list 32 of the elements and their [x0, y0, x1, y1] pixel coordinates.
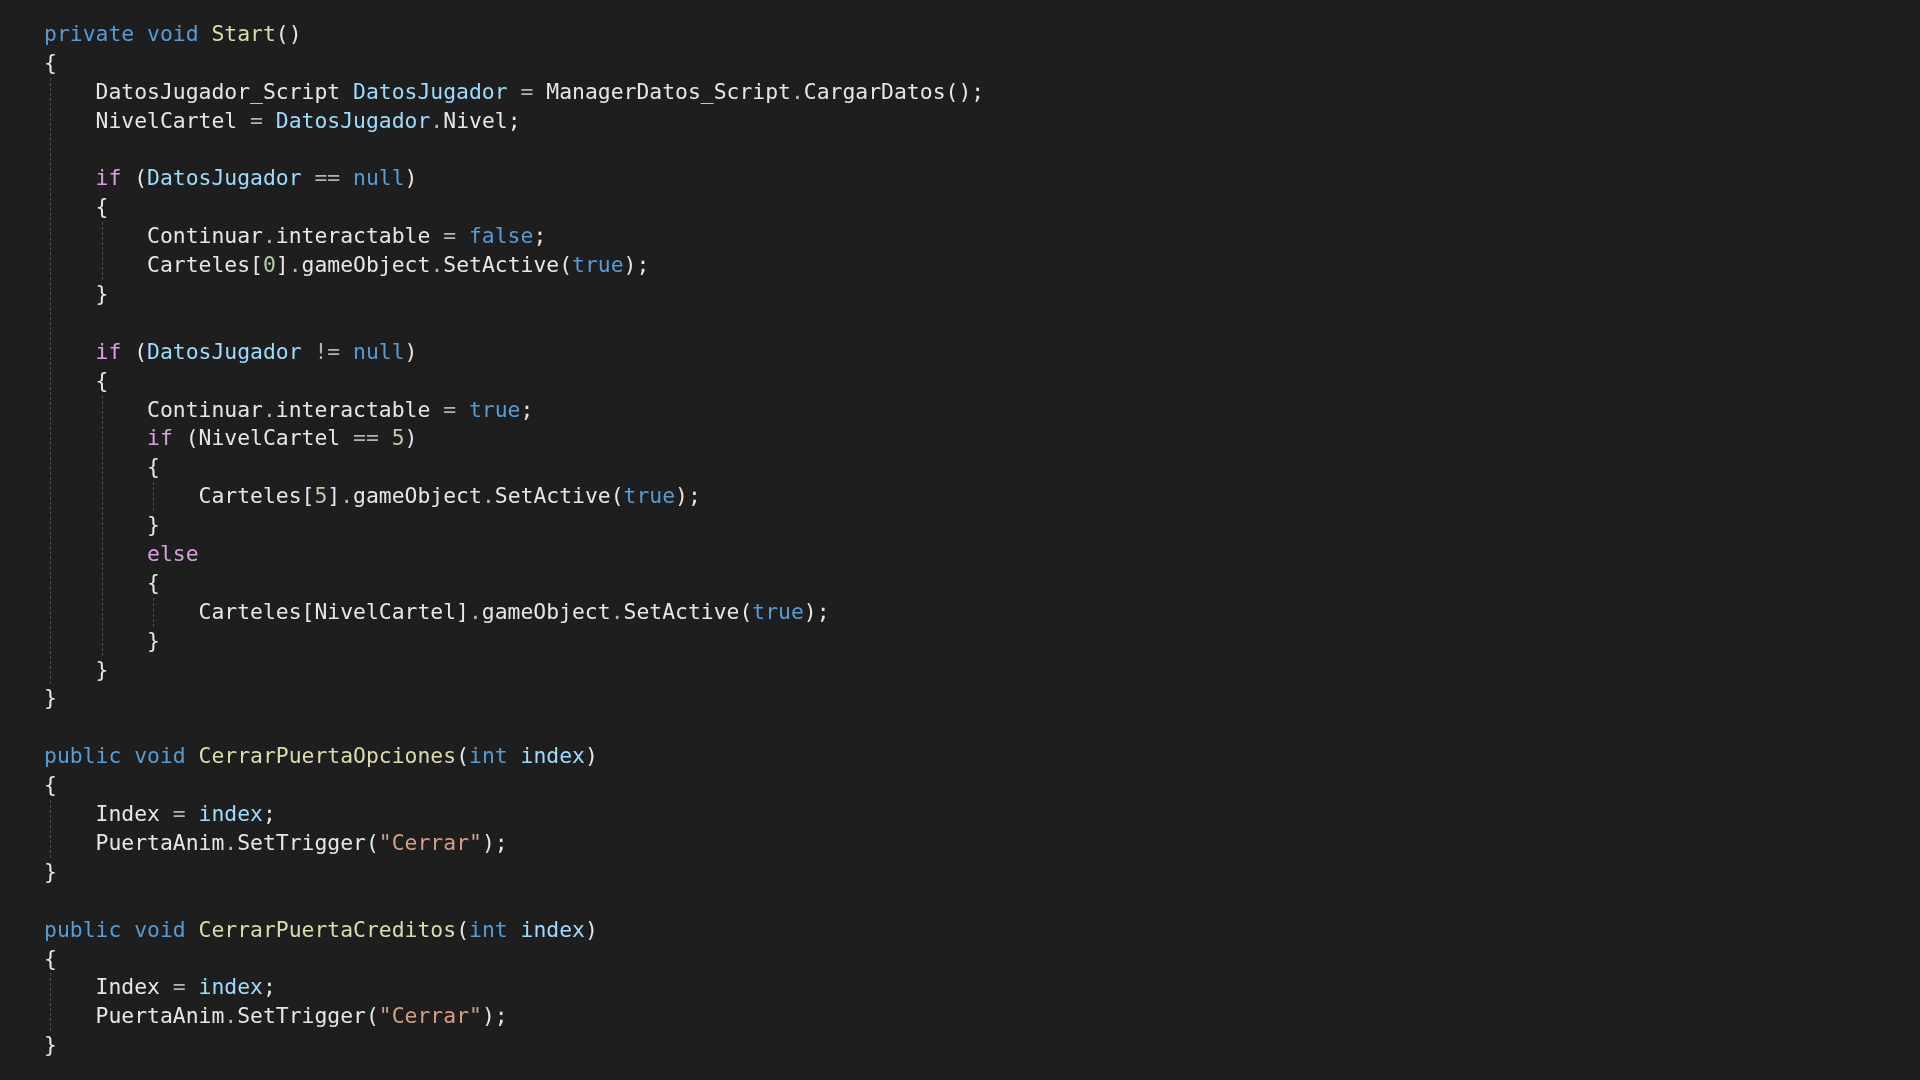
code-line: Index = index;: [95, 973, 276, 1002]
code-line: }: [44, 684, 57, 713]
code-line: Carteles[0].gameObject.SetActive(true);: [147, 251, 650, 280]
code-line: }: [44, 857, 57, 886]
code-line: NivelCartel = DatosJugador.Nivel;: [95, 106, 521, 135]
code-line: PuertaAnim.SetTrigger("Cerrar");: [95, 1002, 508, 1031]
code-line: PuertaAnim.SetTrigger("Cerrar");: [95, 828, 508, 857]
code-line: {: [95, 366, 109, 395]
code-line: {: [44, 771, 57, 800]
code-line: {: [147, 568, 160, 597]
code-line: }: [147, 626, 160, 655]
code-line: }: [44, 1031, 57, 1060]
code-line: {: [44, 944, 57, 973]
code-line: if (DatosJugador != null): [95, 337, 418, 366]
code-line: public void CerrarPuertaOpciones(int index): [44, 742, 598, 771]
code-line: private void Start(): [44, 20, 302, 48]
code-line: else: [147, 540, 199, 569]
code-line: }: [147, 511, 160, 540]
code-line: Carteles[5].gameObject.SetActive(true);: [198, 482, 701, 511]
code-line: {: [44, 48, 57, 77]
code-line: Continuar.interactable = false;: [147, 222, 547, 251]
code-line: DatosJugador_Script DatosJugador = ManagerDatos_Script.CargarDatos();: [95, 77, 985, 106]
code-line: Carteles[NivelCartel].gameObject.SetActive(true);: [198, 597, 830, 626]
code-line: if (NivelCartel == 5): [147, 424, 418, 453]
code-line: }: [95, 280, 109, 308]
code-line: public void CerrarPuertaCreditos(int index): [44, 915, 598, 944]
code-line: }: [95, 655, 109, 684]
code-line: {: [147, 453, 160, 482]
code-line: Index = index;: [95, 800, 276, 829]
code-line: {: [95, 193, 109, 222]
code-line: if (DatosJugador == null): [95, 164, 418, 193]
code-line: Continuar.interactable = true;: [147, 395, 534, 424]
